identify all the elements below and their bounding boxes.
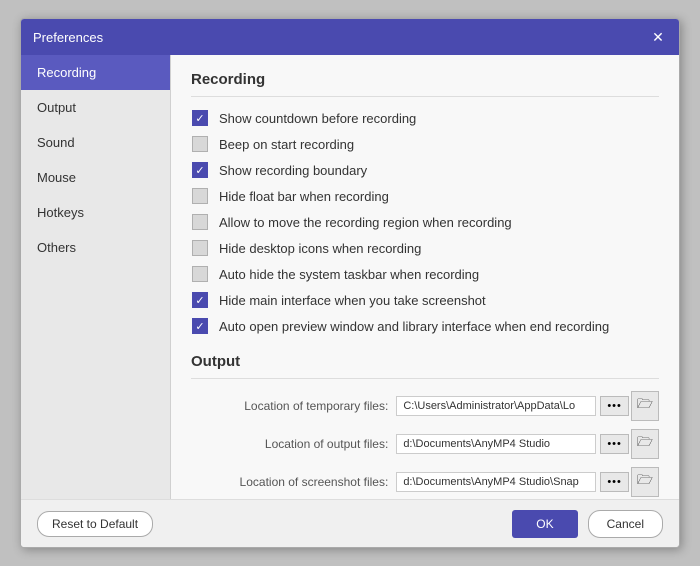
output-label-output: Location of output files: xyxy=(265,437,388,451)
checkbox-label-auto-open: Auto open preview window and library int… xyxy=(219,319,609,334)
checkbox-unchecked-icon-2 xyxy=(192,188,208,204)
output-row-output: Location of output files: ••• 🗁 xyxy=(191,429,659,459)
checkbox-row-hide-main: ✓ Hide main interface when you take scre… xyxy=(191,291,659,309)
sidebar: Recording Output Sound Mouse Hotkeys Oth… xyxy=(21,55,171,499)
output-label-temp: Location of temporary files: xyxy=(244,399,388,413)
dialog-footer: Reset to Default OK Cancel xyxy=(21,499,679,547)
sidebar-item-output[interactable]: Output xyxy=(21,90,170,125)
checkbox-beep[interactable] xyxy=(191,135,209,153)
output-row-screenshot: Location of screenshot files: ••• 🗁 xyxy=(191,467,659,497)
sidebar-item-mouse[interactable]: Mouse xyxy=(21,160,170,195)
checkbox-label-beep: Beep on start recording xyxy=(219,137,354,152)
close-button[interactable]: ✕ xyxy=(649,28,667,46)
checkbox-label-hide-main: Hide main interface when you take screen… xyxy=(219,293,486,308)
checkbox-row-allow-move: Allow to move the recording region when … xyxy=(191,213,659,231)
checkbox-auto-open[interactable]: ✓ xyxy=(191,317,209,335)
reset-button[interactable]: Reset to Default xyxy=(37,511,153,537)
main-content: Recording ✓ Show countdown before record… xyxy=(171,55,679,499)
output-folder-btn-screenshot[interactable]: 🗁 xyxy=(631,467,659,497)
checkbox-unchecked-icon xyxy=(192,136,208,152)
recording-section-title: Recording xyxy=(191,71,659,97)
dialog-body: Recording Output Sound Mouse Hotkeys Oth… xyxy=(21,55,679,499)
checkbox-label-auto-hide-taskbar: Auto hide the system taskbar when record… xyxy=(219,267,479,282)
output-dots-btn-screenshot[interactable]: ••• xyxy=(600,472,629,492)
sidebar-item-hotkeys[interactable]: Hotkeys xyxy=(21,195,170,230)
checkbox-checked-icon-3: ✓ xyxy=(192,292,208,308)
checkbox-row-auto-open: ✓ Auto open preview window and library i… xyxy=(191,317,659,335)
checkbox-row-float-bar: Hide float bar when recording xyxy=(191,187,659,205)
output-row-temp: Location of temporary files: ••• 🗁 xyxy=(191,391,659,421)
output-field-temp[interactable] xyxy=(396,396,596,416)
checkbox-row-auto-hide-taskbar: Auto hide the system taskbar when record… xyxy=(191,265,659,283)
output-section-title: Output xyxy=(191,353,659,379)
checkbox-row-boundary: ✓ Show recording boundary xyxy=(191,161,659,179)
checkbox-row-beep: Beep on start recording xyxy=(191,135,659,153)
ok-button[interactable]: OK xyxy=(512,510,577,538)
output-dots-btn-output[interactable]: ••• xyxy=(600,434,629,454)
checkbox-boundary[interactable]: ✓ xyxy=(191,161,209,179)
output-folder-btn-temp[interactable]: 🗁 xyxy=(631,391,659,421)
checkbox-checked-icon-4: ✓ xyxy=(192,318,208,334)
sidebar-item-others[interactable]: Others xyxy=(21,230,170,265)
output-field-screenshot[interactable] xyxy=(396,472,596,492)
sidebar-item-sound[interactable]: Sound xyxy=(21,125,170,160)
checkbox-row-show-countdown: ✓ Show countdown before recording xyxy=(191,109,659,127)
footer-buttons: OK Cancel xyxy=(512,510,663,538)
checkbox-row-hide-desktop: Hide desktop icons when recording xyxy=(191,239,659,257)
title-bar: Preferences ✕ xyxy=(21,19,679,55)
output-folder-btn-output[interactable]: 🗁 xyxy=(631,429,659,459)
cancel-button[interactable]: Cancel xyxy=(588,510,663,538)
checkbox-unchecked-icon-5 xyxy=(192,266,208,282)
checkbox-label-boundary: Show recording boundary xyxy=(219,163,367,178)
preferences-dialog: Preferences ✕ Recording Output Sound Mou… xyxy=(20,18,680,548)
checkbox-auto-hide-taskbar[interactable] xyxy=(191,265,209,283)
output-label-screenshot: Location of screenshot files: xyxy=(240,475,389,489)
output-field-output[interactable] xyxy=(396,434,596,454)
checkbox-label-show-countdown: Show countdown before recording xyxy=(219,111,416,126)
checkbox-float-bar[interactable] xyxy=(191,187,209,205)
checkbox-unchecked-icon-4 xyxy=(192,240,208,256)
checkbox-checked-icon-2: ✓ xyxy=(192,162,208,178)
checkbox-label-float-bar: Hide float bar when recording xyxy=(219,189,389,204)
checkbox-hide-main[interactable]: ✓ xyxy=(191,291,209,309)
checkbox-allow-move[interactable] xyxy=(191,213,209,231)
checkbox-unchecked-icon-3 xyxy=(192,214,208,230)
output-section: Output Location of temporary files: ••• … xyxy=(191,353,659,497)
checkbox-show-countdown[interactable]: ✓ xyxy=(191,109,209,127)
checkbox-label-allow-move: Allow to move the recording region when … xyxy=(219,215,512,230)
dialog-title: Preferences xyxy=(33,30,103,45)
checkbox-label-hide-desktop: Hide desktop icons when recording xyxy=(219,241,421,256)
checkbox-hide-desktop[interactable] xyxy=(191,239,209,257)
checkbox-checked-icon: ✓ xyxy=(192,110,208,126)
output-dots-btn-temp[interactable]: ••• xyxy=(600,396,629,416)
sidebar-item-recording[interactable]: Recording xyxy=(21,55,170,90)
